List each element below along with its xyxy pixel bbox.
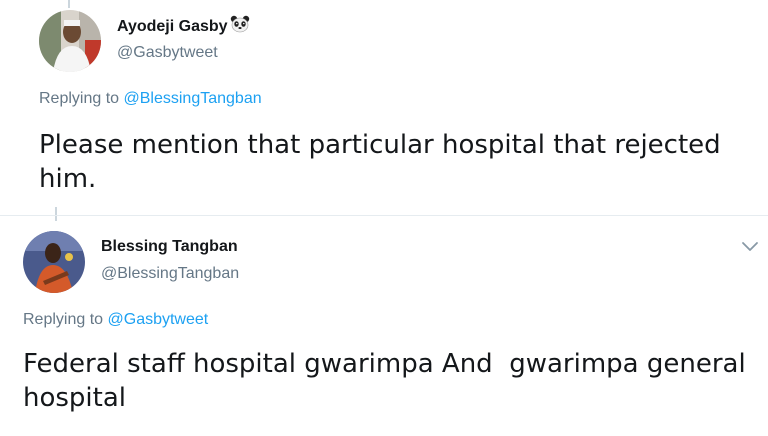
- avatar[interactable]: [23, 231, 85, 293]
- mention-link[interactable]: @Gasbytweet: [108, 311, 209, 328]
- replying-to: Replying to @Gasbytweet: [23, 311, 208, 329]
- panda-face-icon: [230, 15, 250, 38]
- avatar[interactable]: [39, 10, 101, 72]
- author-handle[interactable]: @BlessingTangban: [101, 265, 239, 283]
- tweet[interactable]: Blessing Tangban @BlessingTangban Replyi…: [0, 216, 768, 436]
- replying-to-label: Replying to: [23, 311, 108, 328]
- author-name-text[interactable]: Ayodeji Gasby: [117, 18, 228, 35]
- chevron-down-icon[interactable]: [740, 238, 760, 252]
- tweet-text: Please mention that particular hospital …: [39, 130, 721, 194]
- tweet-text: Federal staff hospital gwarimpa And gwar…: [23, 349, 754, 413]
- replying-to-label: Replying to: [39, 90, 124, 107]
- tweet[interactable]: Ayodeji Gasby @Gasbytweet Replying to @B…: [0, 0, 768, 215]
- replying-to: Replying to @BlessingTangban: [39, 90, 262, 108]
- author-name[interactable]: Ayodeji Gasby: [117, 15, 250, 38]
- mention-link[interactable]: @BlessingTangban: [124, 90, 262, 107]
- tweet-thread: Ayodeji Gasby @Gasbytweet Replying to @B…: [0, 0, 768, 436]
- author-name[interactable]: Blessing Tangban: [101, 238, 238, 256]
- author-handle[interactable]: @Gasbytweet: [117, 44, 218, 62]
